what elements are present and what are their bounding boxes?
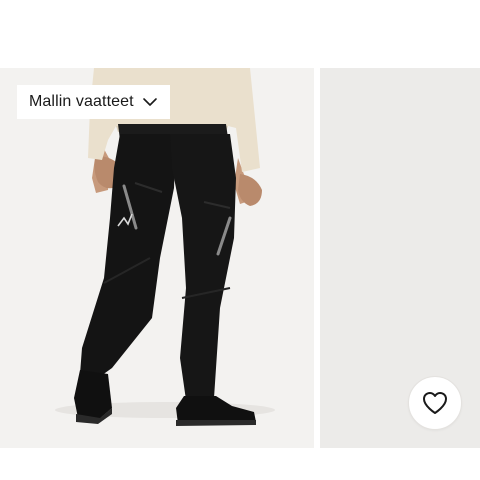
model-wearing-pants-image (55, 68, 275, 426)
model-outfit-dropdown-button[interactable]: Mallin vaatteet (17, 85, 170, 119)
product-photo-main[interactable]: Mallin vaatteet (0, 68, 314, 448)
chevron-down-icon (142, 98, 157, 106)
heart-icon (423, 392, 447, 414)
add-to-wishlist-button[interactable] (408, 376, 462, 430)
model-outfit-label: Mallin vaatteet (29, 93, 134, 110)
product-page: Mallin vaatteet (0, 0, 480, 480)
product-image-gallery[interactable]: Mallin vaatteet (0, 68, 480, 448)
